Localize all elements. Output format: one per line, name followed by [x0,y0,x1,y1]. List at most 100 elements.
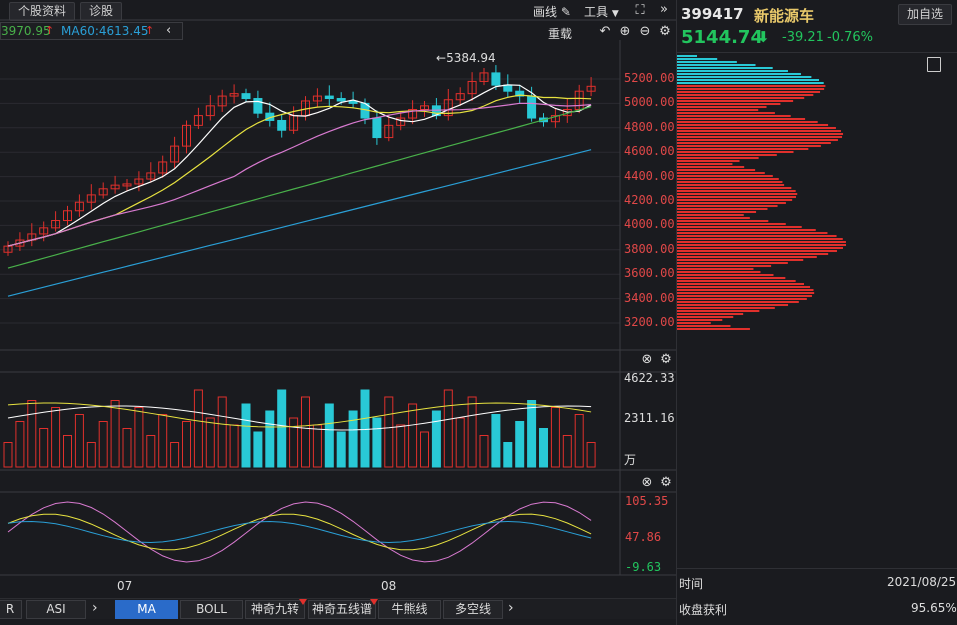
volume-bar [360,389,370,468]
chip-bar [677,172,765,174]
chip-bar [677,61,737,63]
volume-bar [241,403,251,468]
chip-bar [677,217,750,219]
gear-icon[interactable]: ⚙ [659,476,673,490]
chip-bar [677,169,756,171]
chip-bar [677,199,793,201]
chip-bar [677,112,775,114]
candle-down [324,95,334,100]
chip-bar [677,139,838,141]
tab-asi[interactable]: ASI [26,600,86,619]
chip-bar [677,289,814,291]
volume-bar [253,431,263,468]
chip-bar [677,304,789,306]
volume-bar [324,403,334,468]
chip-bar [677,190,796,192]
price-tick-label: 4000.00 [624,217,675,232]
close-icon[interactable]: ⊗ [640,353,654,367]
volume-bar [527,400,537,468]
chip-bar [677,196,797,198]
chip-bar [677,268,754,270]
chevron-right-icon[interactable]: › [508,600,514,616]
chip-bar [677,319,723,321]
chip-bar [677,55,697,57]
volume-bar [146,435,156,468]
kline-chart[interactable] [0,0,676,598]
tab-r[interactable]: R [0,600,22,619]
gear-icon[interactable]: ⚙ [659,353,673,367]
new-badge-icon [370,599,378,605]
volume-bar [312,424,322,468]
divider [677,568,957,569]
volume-bar [289,417,299,468]
chevron-right-icon[interactable]: › [92,600,98,616]
tab-ma[interactable]: MA [115,600,178,619]
price-tick-label: 3800.00 [624,241,675,256]
last-price: 5144.74 [681,27,763,48]
chip-bar [677,247,843,249]
candle-down [372,117,382,139]
price-tick-label: 3200.00 [624,315,675,329]
volume-bar [372,417,382,468]
divider [677,52,957,53]
tab-boll[interactable]: BOLL [180,600,243,619]
chip-bar [677,154,777,156]
volume-bar [134,407,144,468]
price-tick-label: 4200.00 [624,193,675,207]
chip-bar [677,265,772,267]
indicator-tick-top: 105.35 [625,494,669,508]
x-label-july: 07 [117,579,133,593]
chip-bar [677,118,806,120]
chip-bar [677,316,734,318]
volume-bar [420,431,429,468]
indicator-tick-mid: 47.86 [625,530,662,544]
chip-bar [677,325,731,327]
chip-bar [677,211,757,213]
candle-down [277,119,287,131]
chip-bar [677,202,786,204]
volume-bar [515,421,525,468]
volume-bar [550,407,560,468]
volume-bar [301,396,310,468]
indicator-line [7,520,592,544]
chip-bar [677,58,718,60]
chip-bar [677,160,740,162]
volume-bar [562,435,572,468]
volume-bar [193,389,203,468]
volume-tick-max: 4622.33 [624,371,675,385]
volume-bar [158,414,168,468]
peak-price-label: ←5384.94 [436,51,496,65]
chip-bar [677,271,761,273]
chip-bar [677,97,805,99]
tab-magic-nine[interactable]: 神奇九转 [245,600,305,619]
volume-bar [431,410,441,468]
volume-bar [539,428,548,468]
tab-magic-five-lines[interactable]: 神奇五线谱 [308,600,376,619]
close-icon[interactable]: ⊗ [640,476,654,490]
chip-bar [677,205,778,207]
volume-bar [110,400,120,468]
volume-bar [277,389,287,468]
chip-bar [677,262,788,264]
volume-bar [182,421,191,468]
tab-bull-bear[interactable]: 牛熊线 [378,600,441,619]
chip-bar [677,133,844,135]
tab-long-short[interactable]: 多空线 [443,600,503,619]
candle-down [241,93,251,100]
chip-bar [677,121,818,123]
candle-down [253,98,263,114]
price-tick-label: 3400.00 [624,290,675,305]
chip-bar [677,250,837,252]
price-change-pct: -0.76% [827,30,873,45]
add-to-watchlist-button[interactable]: 加自选 [898,4,953,25]
chip-bar [677,166,745,168]
chip-bar [677,187,792,189]
new-badge-icon [299,599,307,605]
chip-bar [677,301,799,303]
ma5-line [7,84,592,247]
chip-bar [677,253,829,255]
volume-unit: 万 [624,453,637,467]
chip-bar [677,214,744,216]
volume-bar [586,442,596,468]
chip-bar [677,178,779,180]
